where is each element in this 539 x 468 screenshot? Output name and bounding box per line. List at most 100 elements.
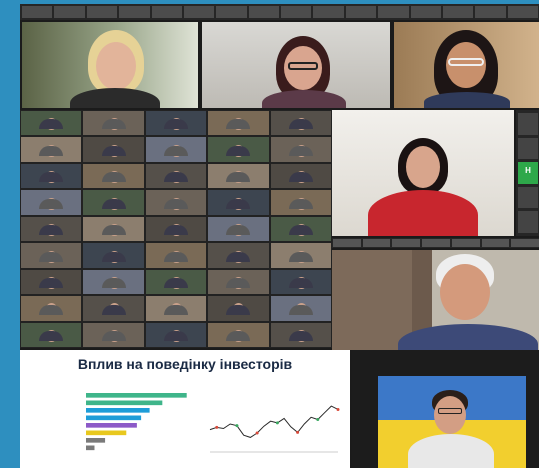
participant-tile[interactable] <box>270 216 331 242</box>
participant-tile[interactable] <box>208 269 269 295</box>
participant-thumbnail[interactable] <box>313 6 344 18</box>
participant-tile[interactable] <box>21 322 82 347</box>
participant-body <box>226 304 251 315</box>
participant-thumbnail[interactable] <box>442 6 474 18</box>
participant-body <box>39 278 64 289</box>
participant-thumbnail[interactable] <box>54 6 85 18</box>
participant-tile[interactable] <box>208 190 269 215</box>
speaker-body <box>424 92 510 108</box>
participant-tile[interactable] <box>270 269 331 295</box>
participant-tile[interactable] <box>21 190 82 215</box>
participant-tile[interactable] <box>270 163 331 189</box>
speaker-tile-2[interactable] <box>202 22 390 108</box>
participant-tile[interactable] <box>21 269 82 295</box>
participant-tile[interactable] <box>145 296 207 321</box>
participant-tile[interactable] <box>208 243 269 268</box>
participant-tile[interactable] <box>83 216 144 242</box>
line-point <box>316 418 320 422</box>
participant-mini-strip <box>332 238 539 248</box>
participant-tile[interactable] <box>145 269 207 295</box>
participant-initial-tile[interactable]: H <box>518 162 538 184</box>
line-point <box>296 430 300 434</box>
participant-tile[interactable] <box>270 190 331 215</box>
bar-chart <box>86 393 187 451</box>
participant-tile[interactable] <box>145 216 207 242</box>
participant-thumbnail[interactable] <box>248 6 279 18</box>
participant-tile[interactable] <box>451 239 480 247</box>
participant-tile[interactable] <box>83 111 144 136</box>
participant-thumbnail[interactable] <box>507 6 538 18</box>
speaker-tile-6[interactable] <box>378 376 526 468</box>
participant-body <box>163 172 188 183</box>
participant-thumbnail[interactable] <box>22 6 53 18</box>
speaker-tile-3[interactable] <box>394 22 539 108</box>
participant-tile[interactable] <box>21 111 82 136</box>
participant-thumbnail[interactable] <box>378 6 409 18</box>
participant-tile[interactable] <box>270 111 331 136</box>
participant-thumbnail[interactable] <box>216 6 247 18</box>
participant-tile[interactable] <box>518 186 538 209</box>
participant-body <box>101 278 126 289</box>
line-point <box>215 425 219 429</box>
participant-tile[interactable] <box>518 113 538 135</box>
participant-body <box>226 198 251 209</box>
bar <box>86 445 95 451</box>
participant-tile[interactable] <box>511 239 539 247</box>
participant-tile[interactable] <box>83 243 144 268</box>
participant-thumbnail[interactable] <box>119 6 150 18</box>
participant-body <box>226 225 251 236</box>
bar <box>86 438 106 443</box>
participant-body <box>288 251 313 262</box>
participant-tile[interactable] <box>208 163 269 189</box>
participant-thumbnail[interactable] <box>86 6 118 18</box>
participant-tile[interactable] <box>208 296 269 321</box>
participant-tile[interactable] <box>270 243 331 268</box>
participant-tile[interactable] <box>481 239 510 247</box>
participant-tile[interactable] <box>145 137 207 162</box>
speaker-tile-5[interactable] <box>332 250 539 350</box>
participant-tile[interactable] <box>83 137 144 162</box>
speaker-tile-4[interactable] <box>332 110 514 236</box>
participant-tile[interactable] <box>208 111 269 136</box>
participant-tile[interactable] <box>208 137 269 162</box>
participant-body <box>226 278 251 289</box>
participant-tile[interactable] <box>333 239 361 247</box>
participant-tile[interactable] <box>21 216 82 242</box>
participant-thumbnail[interactable] <box>345 6 377 18</box>
participant-tile[interactable] <box>208 216 269 242</box>
participant-tile[interactable] <box>83 296 144 321</box>
participant-tile[interactable] <box>392 239 421 247</box>
participant-tile[interactable] <box>145 190 207 215</box>
participant-tile[interactable] <box>270 296 331 321</box>
participant-body <box>288 304 313 315</box>
participant-tile[interactable] <box>21 137 82 162</box>
participant-tile[interactable] <box>518 137 538 160</box>
speaker-tile-1[interactable] <box>22 22 198 108</box>
participant-body <box>39 172 64 183</box>
participant-tile[interactable] <box>145 163 207 189</box>
participant-tile[interactable] <box>83 163 144 189</box>
participant-tile[interactable] <box>21 296 82 321</box>
participant-tile[interactable] <box>83 190 144 215</box>
participant-body <box>288 172 313 183</box>
participant-tile[interactable] <box>21 163 82 189</box>
participant-tile[interactable] <box>362 239 391 247</box>
participant-tile[interactable] <box>145 243 207 268</box>
participant-tile[interactable] <box>21 243 82 268</box>
participant-tile[interactable] <box>83 269 144 295</box>
participant-body <box>163 251 188 262</box>
participant-tile[interactable] <box>208 322 269 347</box>
participant-tile[interactable] <box>145 111 207 136</box>
participant-thumbnail[interactable] <box>183 6 215 18</box>
participant-tile[interactable] <box>145 322 207 347</box>
participant-tile[interactable] <box>270 322 331 347</box>
participant-body <box>163 145 188 156</box>
participant-thumbnail[interactable] <box>475 6 506 18</box>
participant-tile[interactable] <box>518 211 538 233</box>
participant-tile[interactable] <box>83 322 144 347</box>
participant-thumbnail[interactable] <box>281 6 312 18</box>
participant-tile[interactable] <box>422 239 450 247</box>
participant-tile[interactable] <box>270 137 331 162</box>
participant-thumbnail[interactable] <box>410 6 441 18</box>
participant-thumbnail[interactable] <box>151 6 182 18</box>
